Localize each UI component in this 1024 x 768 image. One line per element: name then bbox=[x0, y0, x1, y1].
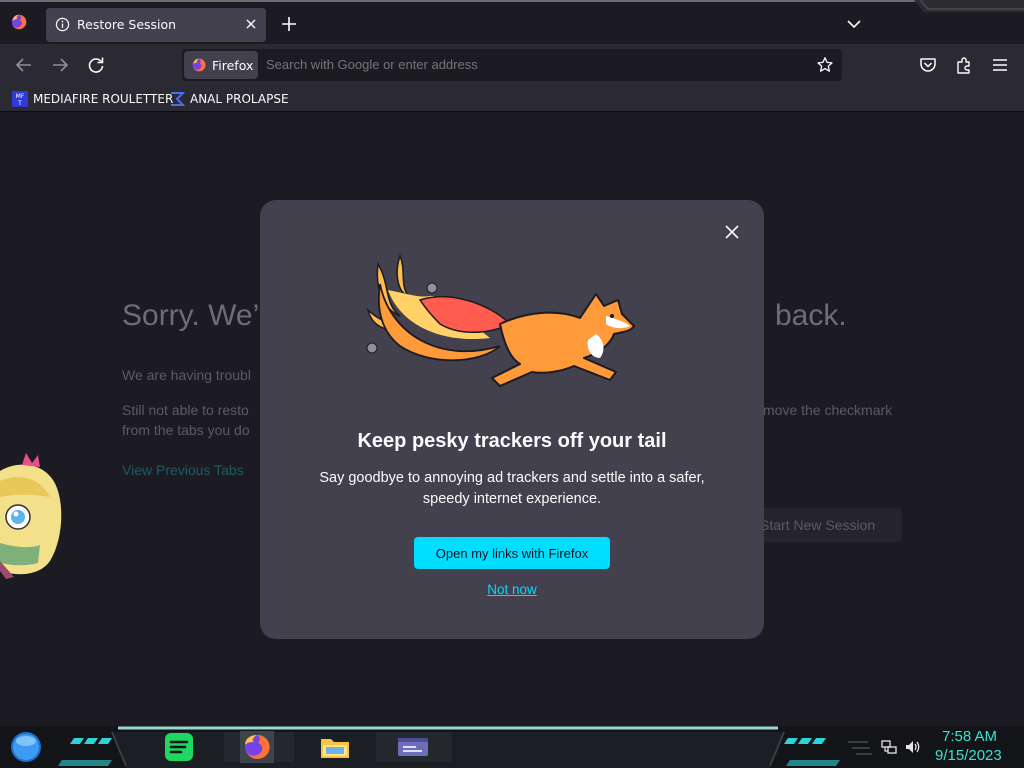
volume-icon[interactable] bbox=[904, 738, 922, 756]
tab-strip: Restore Session bbox=[0, 0, 1024, 44]
navigation-toolbar: Firefox bbox=[0, 44, 1024, 86]
running-fox-illustration bbox=[366, 254, 635, 387]
mediafire-favicon-icon: MF T bbox=[12, 91, 28, 107]
firefox-icon[interactable] bbox=[10, 13, 28, 31]
start-new-session-button[interactable]: Start New Session bbox=[744, 508, 902, 542]
bookmark-label: MEDIAFIRE ROULETTER bbox=[33, 92, 174, 106]
info-icon bbox=[55, 17, 70, 32]
view-previous-tabs-link[interactable]: View Previous Tabs bbox=[122, 462, 244, 478]
restore-session-page: Sorry. We’ back. We are having troubl St… bbox=[0, 113, 1024, 726]
page-paragraph: from the tabs you do bbox=[122, 422, 250, 438]
page-paragraph: We are having troubl bbox=[122, 367, 251, 383]
dialog-title: Keep pesky trackers off your tail bbox=[357, 430, 667, 452]
desktop-sticker-character bbox=[0, 453, 62, 579]
not-now-link[interactable]: Not now bbox=[260, 582, 764, 597]
address-input[interactable] bbox=[266, 57, 806, 72]
file-explorer-icon[interactable] bbox=[318, 731, 352, 763]
pocket-icon[interactable] bbox=[917, 54, 939, 76]
svg-text:MF: MF bbox=[16, 93, 25, 100]
bookmark-mediafire-rouletter[interactable]: MF T MEDIAFIRE ROULETTER bbox=[12, 89, 173, 109]
tab-restore-session[interactable]: Restore Session bbox=[46, 8, 266, 42]
window-corner-decoration bbox=[914, 0, 1024, 12]
page-title-end: back. bbox=[775, 299, 847, 332]
chevron-down-icon[interactable] bbox=[845, 15, 863, 33]
start-button-orb[interactable] bbox=[7, 730, 45, 764]
bookmark-label: ANAL PROLAPSE bbox=[190, 92, 289, 106]
reload-icon[interactable] bbox=[85, 54, 107, 76]
page-title: Sorry. We’ bbox=[122, 299, 260, 332]
app-window-icon[interactable] bbox=[396, 731, 430, 763]
dialog-message: Say goodbye to annoying ad trackers and … bbox=[319, 470, 705, 507]
screen: Restore Session Firefox Search with Goog… bbox=[0, 0, 1024, 768]
menu-icon[interactable] bbox=[989, 54, 1011, 76]
network-icon[interactable] bbox=[880, 738, 898, 756]
page-paragraph: move the checkmark bbox=[763, 402, 893, 418]
identity-box[interactable]: Firefox bbox=[184, 51, 258, 79]
back-arrow-icon[interactable] bbox=[13, 54, 35, 76]
sigma-favicon-icon bbox=[171, 92, 185, 106]
open-links-with-firefox-button[interactable]: Open my links with Firefox bbox=[414, 537, 610, 569]
taskbar: 7:58 AM 9/15/2023 bbox=[0, 726, 1024, 768]
bookmark-anal-prolapse[interactable]: ANAL PROLAPSE bbox=[169, 89, 289, 109]
taskbar-frame bbox=[0, 726, 1024, 768]
firefox-icon bbox=[192, 58, 206, 72]
clock-date[interactable]: 9/15/2023 bbox=[935, 747, 1002, 764]
close-tab-icon[interactable] bbox=[242, 15, 260, 33]
tab-title: Restore Session bbox=[77, 17, 177, 32]
bookmark-star-icon[interactable] bbox=[816, 56, 834, 74]
url-bar[interactable]: Firefox bbox=[182, 49, 842, 81]
close-icon[interactable] bbox=[722, 222, 742, 242]
spotify-icon[interactable] bbox=[162, 731, 196, 763]
clock-time[interactable]: 7:58 AM bbox=[942, 728, 997, 745]
extensions-icon[interactable] bbox=[953, 54, 975, 76]
page-paragraph: Still not able to resto bbox=[122, 402, 249, 418]
new-tab-icon[interactable] bbox=[279, 14, 299, 34]
default-browser-dialog: Keep pesky trackers off your tail Say go… bbox=[260, 200, 764, 639]
bookmarks-toolbar: MF T MEDIAFIRE ROULETTER ANAL PROLAPSE bbox=[0, 86, 1024, 112]
forward-arrow-icon[interactable] bbox=[49, 54, 71, 76]
identity-label: Firefox bbox=[212, 58, 254, 73]
firefox-taskbar-icon[interactable] bbox=[240, 731, 274, 763]
svg-text:T: T bbox=[17, 100, 22, 107]
